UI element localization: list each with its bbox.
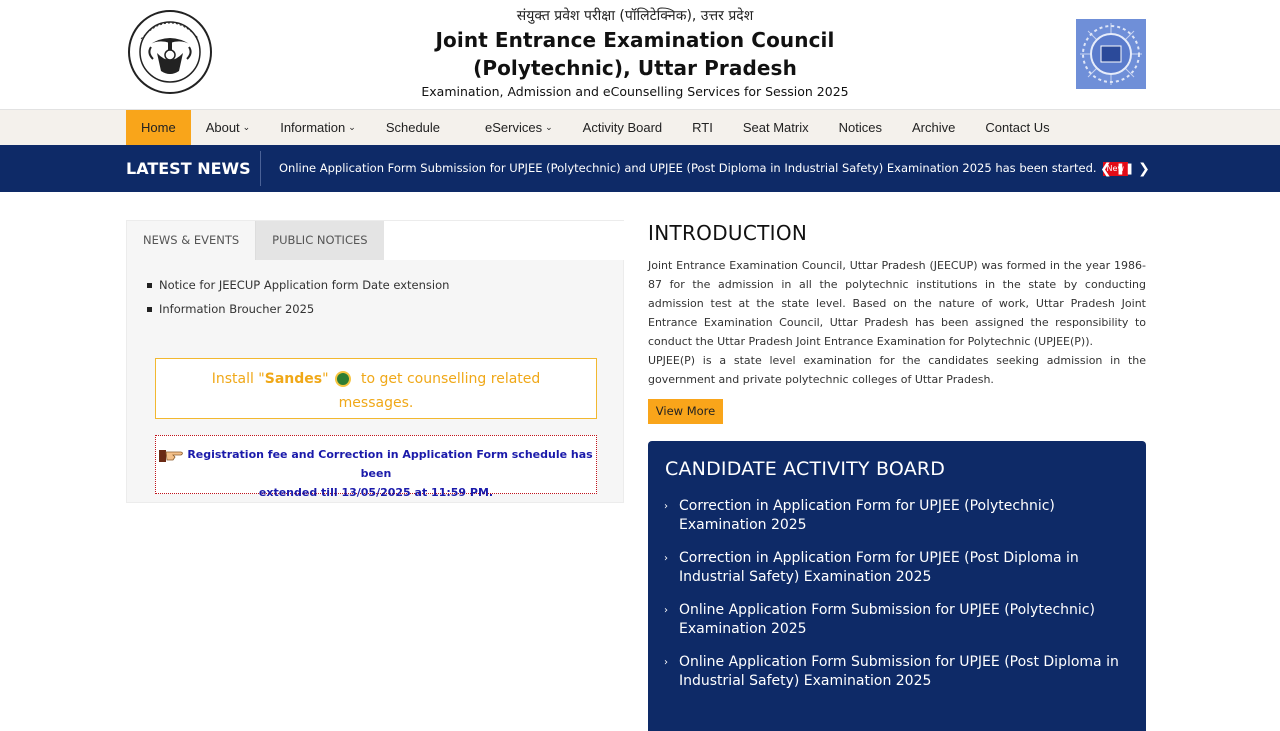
ticker-headline-link[interactable]: Online Application Form Submission for U… (279, 145, 1128, 192)
activity-line1: Online Application Form Submission for U… (679, 654, 1119, 670)
nav-label: About (205, 120, 240, 135)
nav-label: Activity Board (582, 120, 663, 135)
nav-item-archive[interactable]: Archive (897, 110, 970, 145)
nav-item-contact-us[interactable]: Contact Us (970, 110, 1064, 145)
nav-label: Contact Us (985, 120, 1050, 135)
sandes-text: Install "Sandes" to get counselling rela… (156, 367, 596, 415)
nav-label: RTI (692, 120, 713, 135)
nav-item-schedule[interactable]: Schedule (371, 110, 455, 145)
latest-news-ticker: LATEST NEWS Online Application Form Subm… (0, 145, 1280, 192)
activity-line2: Examination 2025 (679, 517, 807, 533)
sandes-install-banner[interactable]: Install "Sandes" to get counselling rela… (155, 358, 597, 419)
activity-board-title: CANDIDATE ACTIVITY BOARD (665, 458, 946, 480)
council-title-line2: (Polytechnic), Uttar Pradesh (473, 56, 797, 80)
introduction-body: Joint Entrance Examination Council, Utta… (648, 256, 1146, 389)
sandes-app-icon (334, 371, 351, 387)
activity-line2: Industrial Safety) Examination 2025 (679, 569, 932, 585)
panel-tabs: NEWS & EVENTS PUBLIC NOTICES (127, 221, 384, 260)
jeecup-logo-icon[interactable] (1076, 19, 1146, 89)
registration-text: Registration fee and Correction in Appli… (156, 445, 596, 502)
nav-label: Notices (838, 120, 882, 135)
hindi-title: संयुक्त प्रवेश परीक्षा (पॉलिटेक्निक), उत… (516, 8, 754, 24)
activity-item[interactable]: › Correction in Application Form for UPJE… (664, 497, 1124, 535)
nav-item-eservices[interactable]: eServices ⌄ (455, 110, 568, 145)
pointing-hand-icon (159, 448, 185, 462)
view-more-button[interactable]: View More (648, 399, 723, 424)
activity-list: › Correction in Application Form for UPJE… (664, 497, 1124, 705)
up-government-emblem-icon[interactable] (127, 9, 213, 95)
pause-icon[interactable]: ❚❚ (1116, 162, 1134, 175)
news-item[interactable]: Notice for JEECUP Application form Date … (146, 273, 449, 297)
nav-item-home[interactable]: Home (126, 110, 191, 145)
nav-label: Archive (911, 120, 956, 135)
registration-line1: Registration fee and Correction in Appli… (187, 448, 593, 480)
introduction-heading: INTRODUCTION (648, 221, 808, 245)
chevron-right-icon: › (664, 605, 668, 616)
ticker-headline-text: Online Application Form Submission for U… (279, 161, 1097, 175)
sandes-line2: messages. (338, 395, 414, 411)
chevron-right-icon[interactable]: ❯ (1138, 161, 1150, 177)
chevron-right-icon: › (664, 553, 668, 564)
sandes-line1-end: to get counselling related (356, 371, 541, 387)
site-header: संयुक्त प्रवेश परीक्षा (पॉलिटेक्निक), उत… (0, 0, 1280, 110)
news-item[interactable]: Information Broucher 2025 (146, 297, 449, 321)
intro-paragraph: UPJEE(P) is a state level examination fo… (648, 354, 1146, 386)
news-events-panel: NEWS & EVENTS PUBLIC NOTICES Notice for … (126, 220, 625, 503)
chevron-right-icon: › (664, 657, 668, 668)
main-navigation: Home About ⌄ Information ⌄ Schedule eServi… (0, 110, 1280, 145)
sandes-suffix: " (322, 371, 329, 387)
nav-item-rti[interactable]: RTI (677, 110, 728, 145)
sandes-prefix: Install " (211, 371, 265, 387)
chevron-left-icon[interactable]: ❮ (1100, 161, 1112, 177)
nav-item-about[interactable]: About ⌄ (191, 110, 266, 145)
ticker-divider (260, 151, 261, 186)
council-title-line1: Joint Entrance Examination Council (435, 28, 835, 52)
header-subtitle: Examination, Admission and eCounselling … (421, 84, 849, 99)
activity-line1: Online Application Form Submission for U… (679, 602, 1095, 618)
nav-item-notices[interactable]: Notices (824, 110, 897, 145)
sandes-app-name: Sandes (264, 371, 323, 387)
activity-item[interactable]: › Online Application Form Submission for … (664, 601, 1124, 639)
activity-line2: Industrial Safety) Examination 2025 (679, 673, 932, 689)
nav-item-seat-matrix[interactable]: Seat Matrix (728, 110, 824, 145)
nav-label: eServices (485, 120, 543, 135)
candidate-activity-board: CANDIDATE ACTIVITY BOARD › Correction in … (648, 441, 1146, 731)
activity-item[interactable]: › Correction in Application Form for UPJE… (664, 549, 1124, 587)
news-list: Notice for JEECUP Application form Date … (146, 273, 449, 321)
activity-line1: Correction in Application Form for UPJEE… (679, 498, 1055, 514)
header-title-block: संयुक्त प्रवेश परीक्षा (पॉलिटेक्निक), उत… (400, 6, 870, 101)
tab-public-notices[interactable]: PUBLIC NOTICES (256, 221, 384, 260)
chevron-down-icon: ⌄ (545, 122, 553, 132)
intro-paragraph: Joint Entrance Examination Council, Utta… (648, 259, 1146, 348)
nav-label: Schedule (385, 120, 441, 135)
activity-line1: Correction in Application Form for UPJEE… (679, 550, 1079, 566)
ticker-label: LATEST NEWS (126, 159, 251, 178)
ticker-controls: ❮ ❚❚ ❯ (1100, 145, 1150, 192)
registration-extension-notice[interactable]: Registration fee and Correction in Appli… (155, 435, 597, 499)
nav-label: Seat Matrix (742, 120, 809, 135)
chevron-right-icon: › (664, 501, 668, 512)
nav-item-information[interactable]: Information ⌄ (265, 110, 371, 145)
registration-line2: extended till 13/05/2025 at 11:59 PM. (258, 486, 494, 499)
chevron-down-icon: ⌄ (242, 122, 251, 132)
activity-item[interactable]: › Online Application Form Submission for … (664, 653, 1124, 691)
activity-line2: Examination 2025 (679, 621, 807, 637)
nav-label: Home (141, 120, 176, 135)
nav-label: Information (280, 120, 346, 135)
nav-item-activity-board[interactable]: Activity Board (568, 110, 677, 145)
chevron-down-icon: ⌄ (348, 122, 356, 132)
tab-news-events[interactable]: NEWS & EVENTS (127, 221, 257, 260)
